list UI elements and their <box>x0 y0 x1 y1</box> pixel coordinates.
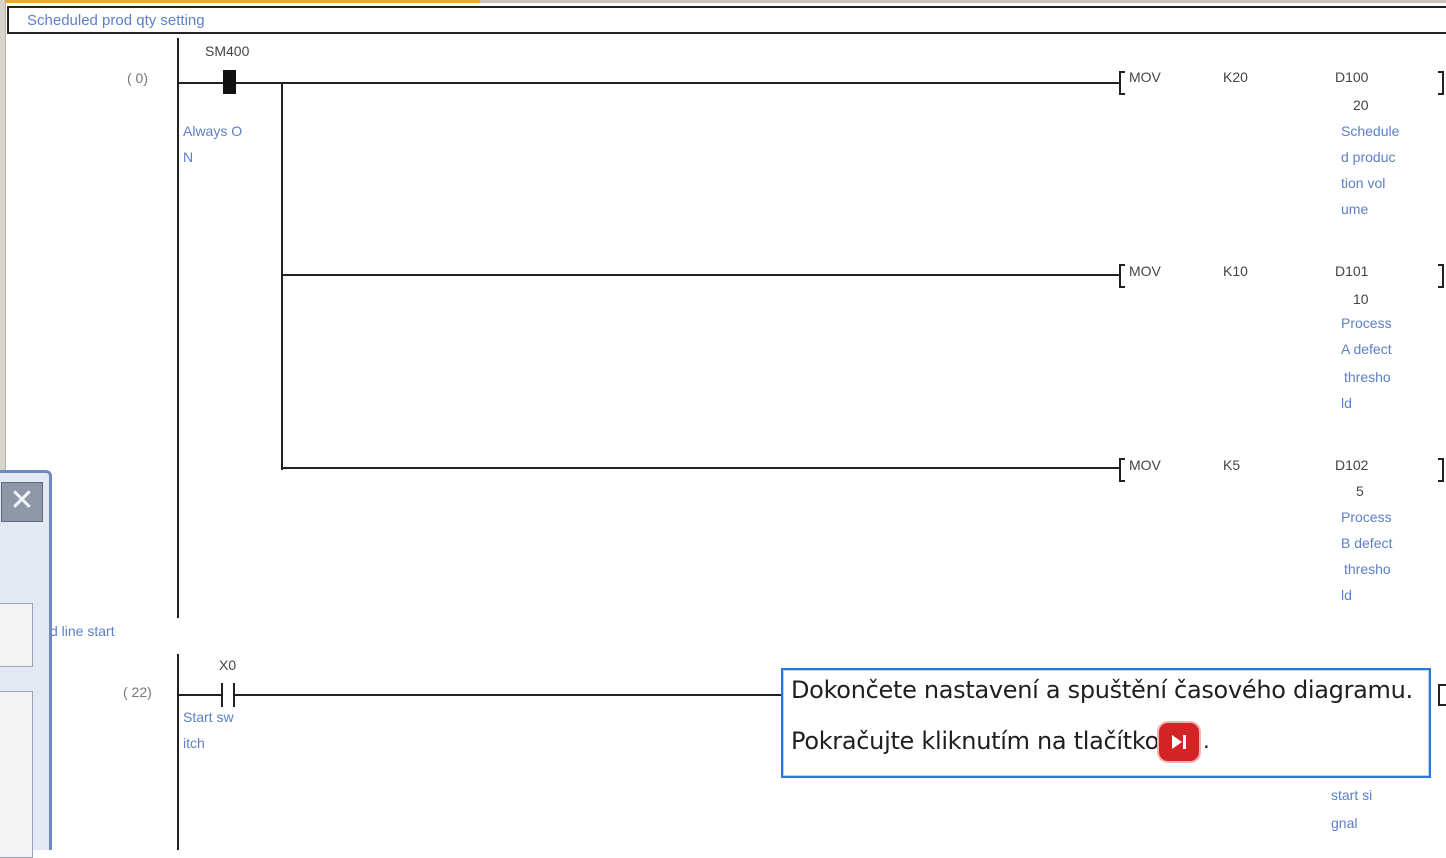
panel-field[interactable] <box>0 691 33 858</box>
instruction-op[interactable]: MOV <box>1129 69 1161 85</box>
device-comment: B defect <box>1341 535 1393 551</box>
instruction-bracket-end <box>1438 458 1444 482</box>
contact-sm400[interactable] <box>223 70 236 94</box>
window-top-strip <box>0 0 1446 3</box>
device-comment: ume <box>1341 201 1369 217</box>
instruction-src[interactable]: K5 <box>1223 457 1240 473</box>
tutorial-tooltip: Dokončete nastavení a spuštění časového … <box>781 668 1431 778</box>
instruction-src[interactable]: K10 <box>1223 263 1248 279</box>
step-number-0: ( 0) <box>127 70 148 86</box>
device-comment: ld <box>1341 395 1352 411</box>
contact-device-x0: X0 <box>219 657 237 673</box>
statement-header-text: Scheduled prod qty setting <box>27 12 205 29</box>
device-comment: A defect <box>1341 341 1392 357</box>
left-power-rail <box>177 654 179 850</box>
device-value: 10 <box>1353 291 1369 307</box>
branch-wire <box>281 274 1120 276</box>
device-comment: Process <box>1341 509 1392 525</box>
contact-comment: Start sw <box>183 709 234 725</box>
tooltip-line-2: Pokračujte kliknutím na tlačítko <box>791 727 1160 755</box>
contact-comment: Always O <box>183 123 243 139</box>
contact-device-sm400: SM400 <box>205 43 250 59</box>
device-comment: thresho <box>1344 369 1391 385</box>
device-comment: tion vol <box>1341 175 1386 191</box>
panel-field[interactable] <box>0 603 33 667</box>
instruction-dst[interactable]: D102 <box>1335 457 1368 473</box>
instruction-bracket-end <box>1438 264 1444 288</box>
device-comment: ld <box>1341 587 1352 603</box>
instruction-op[interactable]: MOV <box>1129 263 1161 279</box>
contact-comment: itch <box>183 735 205 751</box>
coil-edge <box>1438 684 1446 706</box>
instruction-bracket <box>1119 264 1125 288</box>
statement-text: d line start <box>50 623 115 639</box>
instruction-src[interactable]: K20 <box>1223 69 1248 85</box>
play-next-icon[interactable] <box>1159 723 1199 761</box>
side-panel: ✕ <box>0 470 52 858</box>
device-comment: Process <box>1341 315 1392 331</box>
device-comment: Schedule <box>1341 123 1400 139</box>
close-icon[interactable]: ✕ <box>1 482 43 522</box>
contact-comment: N <box>183 149 194 165</box>
instruction-bracket-end <box>1438 71 1444 95</box>
rung-wire <box>236 82 1120 84</box>
instruction-op[interactable]: MOV <box>1129 457 1161 473</box>
instruction-dst[interactable]: D101 <box>1335 263 1368 279</box>
device-value: 5 <box>1356 483 1364 499</box>
instruction-bracket <box>1119 71 1125 95</box>
rung-wire <box>177 694 221 696</box>
device-value: 20 <box>1353 97 1369 113</box>
coil-comment: gnal <box>1331 815 1358 831</box>
statement-header[interactable]: Scheduled prod qty setting <box>7 6 1446 34</box>
instruction-bracket <box>1119 458 1125 482</box>
tooltip-period: . <box>1203 727 1210 754</box>
branch-wire <box>281 82 283 470</box>
rung-wire <box>235 694 785 696</box>
left-power-rail <box>177 38 179 618</box>
tooltip-line-1: Dokončete nastavení a spuštění časového … <box>791 676 1413 704</box>
step-number-22: ( 22) <box>123 684 152 700</box>
rung-wire <box>177 82 223 84</box>
contact-x0-left[interactable] <box>221 683 223 707</box>
window-accent <box>0 0 480 3</box>
device-comment: d produc <box>1341 149 1396 165</box>
branch-wire <box>281 467 1120 469</box>
instruction-dst[interactable]: D100 <box>1335 69 1368 85</box>
coil-comment: start si <box>1331 787 1373 803</box>
device-comment: thresho <box>1344 561 1391 577</box>
